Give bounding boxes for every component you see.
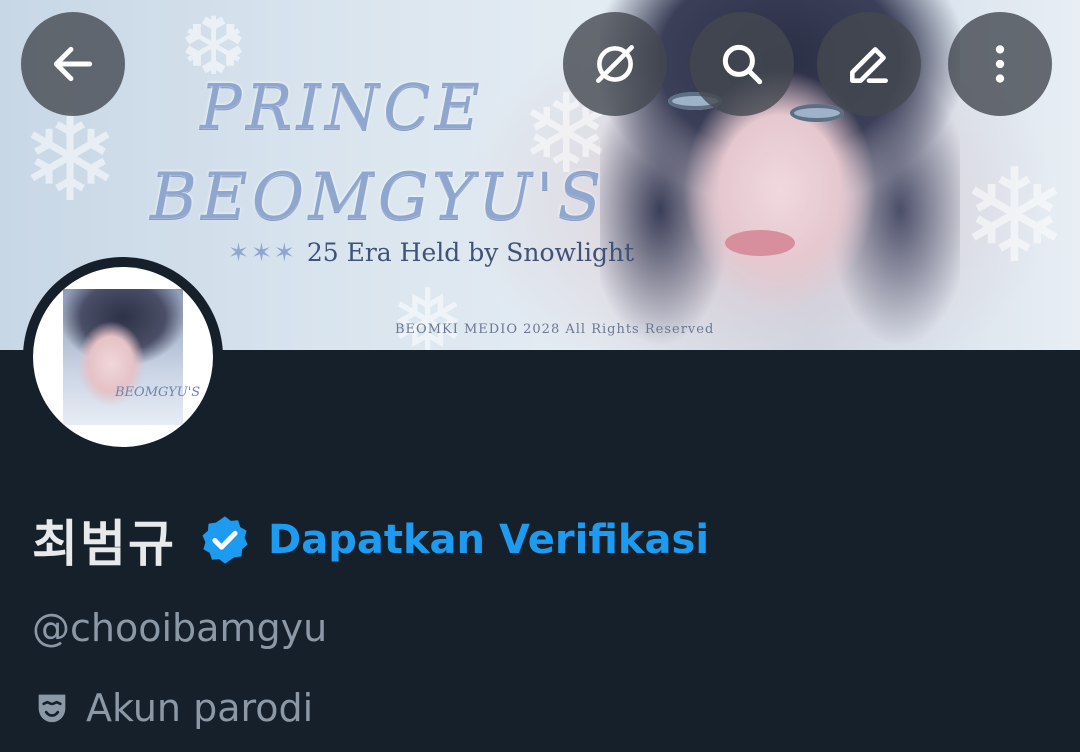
get-verified-link[interactable]: Dapatkan Verifikasi (268, 517, 709, 563)
search-button[interactable] (690, 12, 794, 116)
banner-eye (790, 104, 844, 122)
banner-copyright: BEOMKI MEDIO 2028 All Rights Reserved (395, 322, 715, 337)
user-handle: @chooibamgyu (32, 606, 328, 650)
snowflake-decoration: ❅ (390, 270, 466, 350)
banner-subtitle-text: 25 Era Held by Snowlight (306, 238, 635, 267)
avatar-image (63, 289, 183, 425)
grok-button[interactable] (563, 12, 667, 116)
more-vertical-icon (995, 45, 1005, 83)
avatar-art-text: BEOMGYU'S (115, 385, 201, 400)
theater-mask-icon (38, 694, 66, 723)
banner-lips (725, 230, 795, 256)
name-row: 최범규 Dapatkan Verifikasi (32, 505, 709, 575)
banner-subtitle: ✶✶✶ 25 Era Held by Snowlight (228, 238, 634, 267)
edit-icon (850, 47, 888, 83)
search-icon (722, 44, 763, 85)
edit-button[interactable] (817, 12, 921, 116)
avatar-ring: BEOMGYU'S (23, 257, 223, 457)
banner-title-line1: PRINCE (200, 70, 484, 143)
parody-label-row: Akun parodi (32, 680, 313, 736)
banner-stars: ✶✶✶ (228, 238, 297, 267)
profile-page: ❄ ❄ ❅ ❄ ❆ PRINCE BEOMGYU'S ✶✶✶ 25 Era Hel… (0, 0, 1080, 752)
back-button[interactable] (21, 12, 125, 116)
avatar[interactable]: BEOMGYU'S (33, 267, 213, 447)
more-options-button[interactable] (948, 12, 1052, 116)
parody-account-label: Akun parodi (86, 686, 314, 730)
snowflake-decoration: ❄ (960, 140, 1069, 292)
display-name: 최범규 (32, 515, 176, 573)
verified-badge-icon[interactable] (198, 513, 252, 567)
arrow-left-icon (53, 46, 93, 82)
grok-icon (596, 45, 634, 83)
banner-title-line2: BEOMGYU'S (150, 160, 606, 234)
